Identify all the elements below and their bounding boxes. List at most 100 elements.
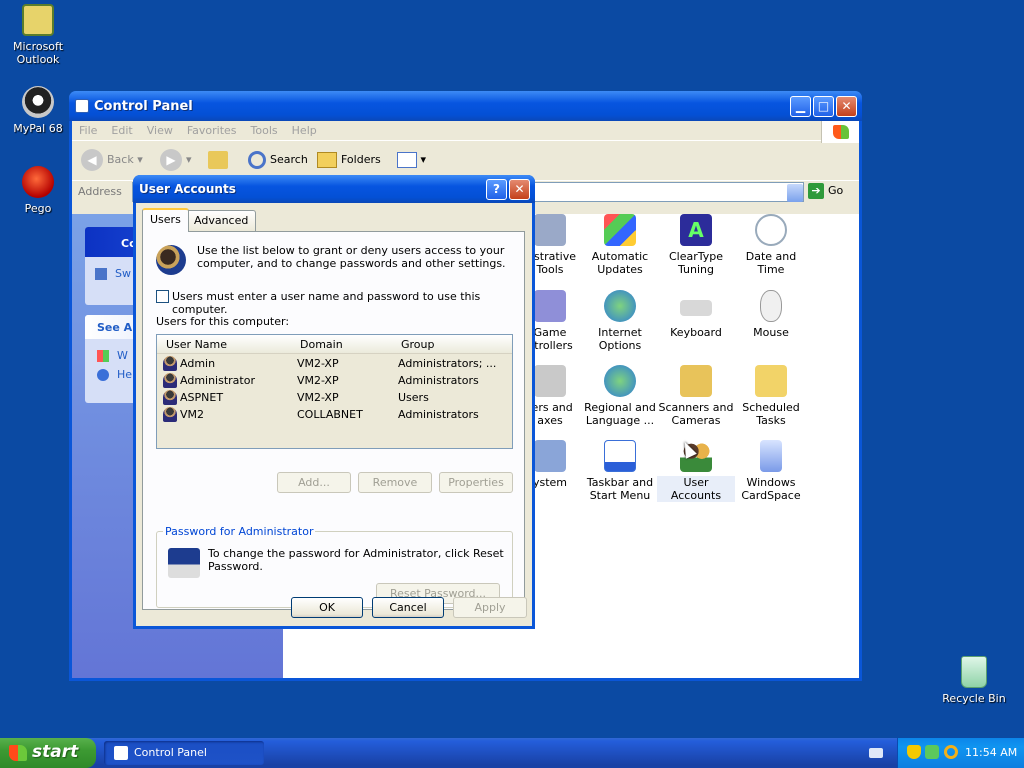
cp-icon-label: Automatic Updates xyxy=(591,250,649,276)
control-panel-icon xyxy=(75,99,89,113)
cancel-button[interactable]: Cancel xyxy=(372,597,444,618)
see-also-label: See Al xyxy=(97,321,136,334)
globe-clock-icon xyxy=(604,365,636,397)
cleartype-icon: A xyxy=(680,214,712,246)
cp-taskbar-and-start-menu[interactable]: Taskbar and Start Menu xyxy=(581,440,659,502)
search-tray-icon[interactable] xyxy=(944,745,958,759)
taskbar-item-label: Control Panel xyxy=(134,746,207,759)
properties-button[interactable]: Properties xyxy=(439,472,513,493)
desktop-icon-label: Pego xyxy=(24,202,52,215)
cp-icon-label: Regional and Language ... xyxy=(584,401,656,427)
security-shield-icon[interactable] xyxy=(907,745,921,759)
folders-button[interactable]: Folders xyxy=(317,149,381,171)
tab-users[interactable]: Users xyxy=(142,208,189,232)
maximize-button[interactable]: □ xyxy=(813,96,834,117)
address-label: Address xyxy=(78,185,122,198)
network-icon[interactable] xyxy=(925,745,939,759)
cp-icon-label: Windows CardSpace xyxy=(741,476,801,502)
dialog-title: User Accounts xyxy=(139,182,236,196)
clock-icon xyxy=(755,214,787,246)
menu-favorites[interactable]: Favorites xyxy=(180,121,244,140)
cp-icon-label: Taskbar and Start Menu xyxy=(586,476,654,502)
cp-icon-label: User Accounts xyxy=(657,476,735,502)
mypal-icon xyxy=(22,86,54,118)
cp-icon-label: Scheduled Tasks xyxy=(742,401,800,427)
table-row[interactable]: Admin VM2-XP Administrators; ... xyxy=(157,355,514,372)
menu-bar: File Edit View Favorites Tools Help xyxy=(72,121,859,143)
menu-help[interactable]: Help xyxy=(285,121,324,140)
go-arrow-icon: ➔ xyxy=(808,183,824,199)
windows-update-label: W xyxy=(117,349,128,362)
control-panel-title-bar[interactable]: Control Panel ▁ □ ✕ xyxy=(69,91,862,121)
desktop-icon-recycle-bin[interactable]: Recycle Bin xyxy=(936,656,1012,705)
back-button[interactable]: ◀ Back ▾ xyxy=(81,149,143,171)
cp-automatic-updates[interactable]: Automatic Updates xyxy=(581,214,659,276)
cp-icon-label: Date and Time xyxy=(745,250,797,276)
users-list[interactable]: User Name Domain Group Admin VM2-XP Admini… xyxy=(156,334,513,449)
table-row[interactable]: Administrator VM2-XP Administrators xyxy=(157,372,514,389)
cp-keyboard[interactable]: Keyboard xyxy=(657,290,735,339)
ok-button[interactable]: OK xyxy=(291,597,363,618)
user-group: Administrators xyxy=(398,408,479,421)
search-button[interactable]: Search xyxy=(248,149,308,171)
windows-flag-icon xyxy=(9,745,27,761)
close-button[interactable]: ✕ xyxy=(836,96,857,117)
menu-edit[interactable]: Edit xyxy=(104,121,139,140)
column-user-name[interactable]: User Name xyxy=(166,338,227,351)
menu-tools[interactable]: Tools xyxy=(244,121,285,140)
apply-button[interactable]: Apply xyxy=(453,597,527,618)
table-row[interactable]: ASPNET VM2-XP Users xyxy=(157,389,514,406)
automatic-updates-icon xyxy=(604,214,636,246)
dialog-close-button[interactable]: ✕ xyxy=(509,179,530,200)
desktop-icon-pego[interactable]: Pego xyxy=(0,166,76,215)
windows-logo xyxy=(821,121,859,143)
keyboard-icon xyxy=(680,300,712,316)
cp-cleartype-tuning[interactable]: A ClearType Tuning xyxy=(657,214,735,276)
cp-user-accounts[interactable]: User Accounts xyxy=(657,440,735,502)
desktop-icon-outlook[interactable]: Microsoft Outlook xyxy=(0,4,76,66)
keyboard-tray-icon[interactable] xyxy=(869,748,883,758)
password-group-legend: Password for Administrator xyxy=(165,525,314,538)
taskbar-item-control-panel[interactable]: Control Panel xyxy=(104,741,264,765)
require-password-checkbox[interactable] xyxy=(156,290,169,303)
help-button[interactable]: ? xyxy=(486,179,507,200)
desktop-icon-mypal[interactable]: MyPal 68 xyxy=(0,86,76,135)
column-group[interactable]: Group xyxy=(401,338,435,351)
cp-mouse[interactable]: Mouse xyxy=(732,290,810,339)
column-domain[interactable]: Domain xyxy=(300,338,343,351)
control-panel-icon xyxy=(114,746,128,760)
forward-button[interactable]: ▶ ▾ xyxy=(160,149,192,171)
menu-view[interactable]: View xyxy=(140,121,180,140)
help-support-label: He xyxy=(117,368,133,381)
switch-view-label: Sw xyxy=(115,267,131,280)
address-dropdown-icon[interactable] xyxy=(787,184,803,202)
clock[interactable]: 11:54 AM xyxy=(965,746,1017,759)
up-folder-button[interactable] xyxy=(208,149,228,171)
user-name: ASPNET xyxy=(180,391,224,404)
user-name: VM2 xyxy=(180,408,205,421)
menu-file[interactable]: File xyxy=(72,121,104,140)
cp-scanners-and-cameras[interactable]: Scanners and Cameras xyxy=(657,365,735,427)
user-icon xyxy=(163,390,177,405)
views-button[interactable]: ▾ xyxy=(397,149,426,171)
cp-icon-label: Keyboard xyxy=(670,326,722,339)
users-list-caption: Users for this computer: xyxy=(156,315,290,328)
cp-regional-and-language[interactable]: Regional and Language ... xyxy=(581,365,659,427)
table-row[interactable]: VM2 COLLABNET Administrators xyxy=(157,406,514,423)
tab-advanced[interactable]: Advanced xyxy=(186,210,257,231)
go-button[interactable]: ➔ Go xyxy=(808,183,843,199)
cp-windows-cardspace[interactable]: Windows CardSpace xyxy=(732,440,810,502)
cp-scheduled-tasks[interactable]: Scheduled Tasks xyxy=(732,365,810,427)
remove-user-button[interactable]: Remove xyxy=(358,472,432,493)
minimize-button[interactable]: ▁ xyxy=(790,96,811,117)
system-icon xyxy=(534,440,566,472)
dialog-title-bar[interactable]: User Accounts ? ✕ xyxy=(133,175,535,203)
start-button[interactable]: start xyxy=(0,738,96,768)
require-password-label[interactable]: Users must enter a user name and passwor… xyxy=(172,290,524,316)
taskbar: start Control Panel 11:54 AM xyxy=(0,738,1024,768)
add-user-button[interactable]: Add... xyxy=(277,472,351,493)
cardspace-icon xyxy=(760,440,782,472)
search-icon xyxy=(248,151,266,169)
cp-internet-options[interactable]: Internet Options xyxy=(581,290,659,352)
cp-date-and-time[interactable]: Date and Time xyxy=(732,214,810,276)
